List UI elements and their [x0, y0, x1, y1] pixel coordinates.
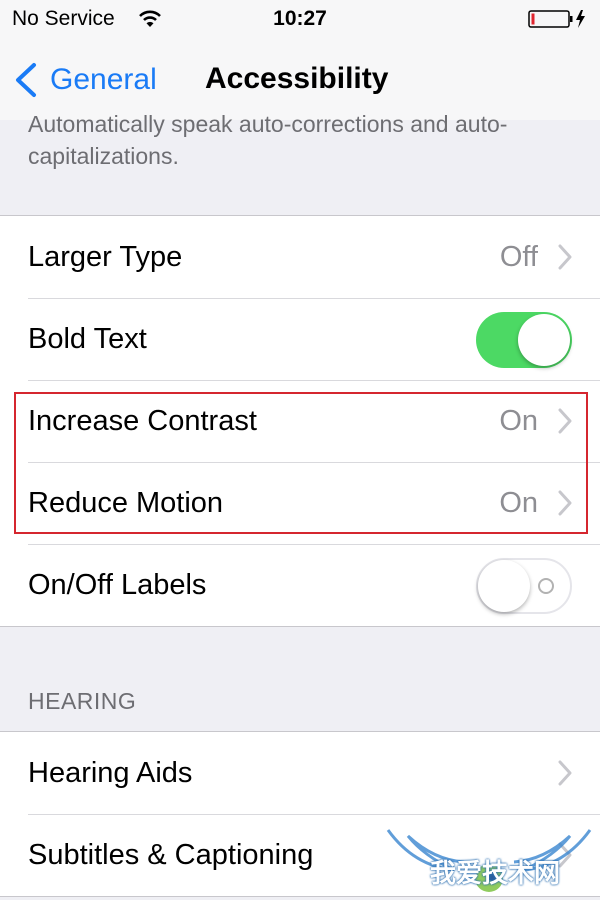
page-title: Accessibility: [205, 62, 389, 95]
bold-text-row: Bold Text: [0, 298, 600, 380]
increase-contrast-row[interactable]: Increase Contrast On: [0, 380, 600, 462]
battery-icon: [528, 10, 585, 28]
back-chevron-icon: [16, 63, 36, 97]
bold-text-toggle[interactable]: [476, 312, 572, 368]
back-button[interactable]: General: [12, 56, 157, 104]
off-ring-icon: [538, 578, 554, 594]
status-time: 10:27: [273, 7, 327, 30]
reduce-motion-label: Reduce Motion: [28, 487, 224, 519]
reduce-motion-value: On: [499, 487, 538, 519]
status-bar: No Service 10:27: [0, 0, 600, 40]
toggle-knob: [478, 560, 530, 612]
chevron-right-icon: [558, 244, 572, 270]
chevron-right-icon: [558, 490, 572, 516]
onoff-labels-toggle[interactable]: [476, 558, 572, 614]
chevron-right-icon: [558, 760, 572, 786]
vision-settings-group: Larger Type Off Bold Text Increase Contr…: [0, 215, 600, 627]
speak-autotext-footer-note: Automatically speak auto-corrections and…: [28, 111, 508, 169]
larger-type-row[interactable]: Larger Type Off: [0, 216, 600, 298]
hearing-aids-row[interactable]: Hearing Aids: [0, 732, 600, 814]
toggle-knob: [518, 314, 570, 366]
watermark-text: 我爱技术网: [430, 858, 561, 888]
bold-text-label: Bold Text: [28, 323, 147, 355]
onoff-labels-label: On/Off Labels: [28, 569, 207, 601]
larger-type-label: Larger Type: [28, 241, 183, 273]
larger-type-value: Off: [499, 241, 538, 273]
increase-contrast-label: Increase Contrast: [28, 405, 257, 437]
chevron-right-icon: [558, 408, 572, 434]
reduce-motion-row[interactable]: Reduce Motion On: [0, 462, 600, 544]
hearing-section-header: HEARING: [28, 688, 137, 714]
increase-contrast-value: On: [499, 405, 538, 437]
onoff-labels-row: On/Off Labels: [0, 544, 600, 626]
hearing-aids-label: Hearing Aids: [28, 757, 193, 789]
subtitles-captioning-label: Subtitles & Captioning: [28, 839, 314, 871]
back-button-label: General: [50, 63, 157, 96]
